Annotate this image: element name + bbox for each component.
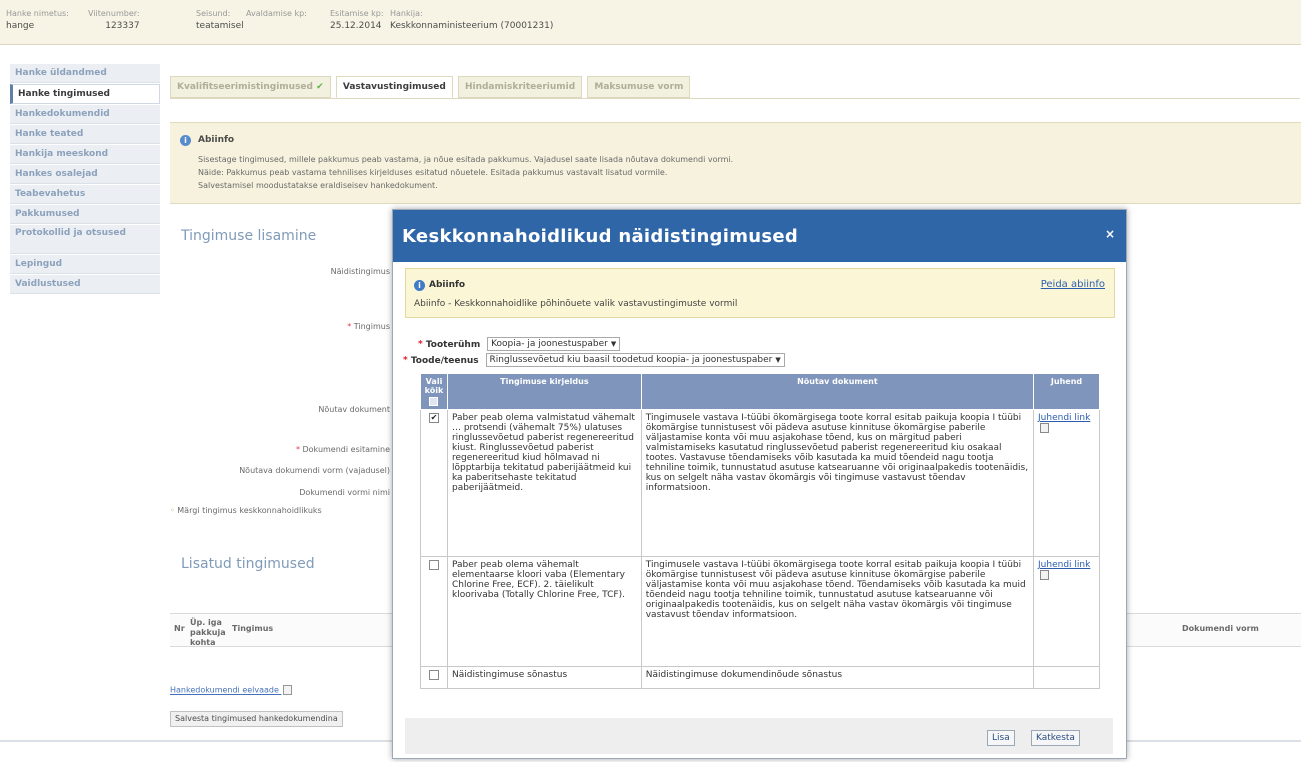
- chevron-down-icon: ▼: [610, 340, 617, 348]
- dialog-help-panel: i Abiinfo Abiinfo - Keskkonnahoidlike põ…: [405, 268, 1115, 318]
- product-label: Toode/teenus: [410, 355, 479, 366]
- condition-description: Paber peab olema vähemalt elementaarse k…: [446, 556, 642, 667]
- dialog-help-text: Abiinfo - Keskkonnahoidlike põhinõuete v…: [414, 299, 738, 309]
- product-row: * Toode/teenus Ringlussevõetud kiu baasi…: [403, 353, 785, 367]
- product-select[interactable]: Ringlussevõetud kiu baasil toodetud koop…: [485, 353, 785, 367]
- document-icon: [1040, 570, 1050, 580]
- environmental-conditions-dialog: Keskkonnahoidlikud näidistingimused × i …: [392, 209, 1127, 759]
- required-document-text: Tingimusele vastava I-tüübi ökomärgisega…: [640, 409, 1035, 557]
- required-document-text: Tingimusele vastava I-tüübi ökomärgisega…: [640, 556, 1035, 667]
- condition-description: Näidistingimuse sõnastus: [446, 666, 642, 689]
- example-conditions-table: Vali kõik Tingimuse kirjeldus Nõutav dok…: [420, 373, 1100, 689]
- close-icon[interactable]: ×: [1105, 227, 1115, 241]
- col-header-guide: Juhend: [1033, 373, 1100, 410]
- row-checkbox[interactable]: [428, 560, 439, 570]
- col-header-document: Nõutav dokument: [640, 373, 1035, 410]
- dialog-title: Keskkonnahoidlikud näidistingimused: [402, 226, 799, 247]
- required-document-text: Näidistingimuse dokumendinõude sõnastus: [640, 666, 1035, 689]
- add-button[interactable]: Lisa: [987, 730, 1015, 746]
- dialog-header: Keskkonnahoidlikud näidistingimused ×: [393, 210, 1126, 262]
- hide-help-link[interactable]: Peida abiinfo: [1041, 279, 1105, 290]
- product-group-row: * Tooterühm Koopia- ja joonestuspaber ▼: [418, 337, 621, 351]
- product-group-label: Tooterühm: [425, 339, 481, 350]
- guide-cell: [1033, 666, 1100, 689]
- chevron-down-icon: ▼: [775, 356, 781, 364]
- col-header-description: Tingimuse kirjeldus: [446, 373, 642, 410]
- row-checkbox[interactable]: [428, 670, 439, 680]
- guide-link[interactable]: Juhendi link: [1038, 560, 1090, 570]
- table-row: ✔ Paber peab olema valmistatud vähemalt …: [420, 409, 1100, 557]
- table-row: Paber peab olema vähemalt elementaarse k…: [420, 556, 1100, 667]
- info-icon: i: [414, 280, 425, 291]
- table-row: Näidistingimuse sõnastus Näidistingimuse…: [420, 666, 1100, 689]
- col-header-select-all: Vali kõik: [420, 373, 448, 410]
- condition-description: Paber peab olema valmistatud vähemalt … …: [446, 409, 642, 557]
- select-all-checkbox[interactable]: [429, 397, 439, 406]
- row-checkbox[interactable]: ✔: [428, 413, 439, 423]
- dialog-footer: Lisa Katkesta: [405, 718, 1113, 754]
- document-icon: [1040, 423, 1050, 433]
- dialog-help-title: Abiinfo: [429, 280, 466, 290]
- table-header-row: Vali kõik Tingimuse kirjeldus Nõutav dok…: [420, 373, 1100, 410]
- product-group-select[interactable]: Koopia- ja joonestuspaber ▼: [487, 337, 621, 351]
- guide-link[interactable]: Juhendi link: [1038, 413, 1090, 423]
- cancel-button[interactable]: Katkesta: [1031, 730, 1080, 746]
